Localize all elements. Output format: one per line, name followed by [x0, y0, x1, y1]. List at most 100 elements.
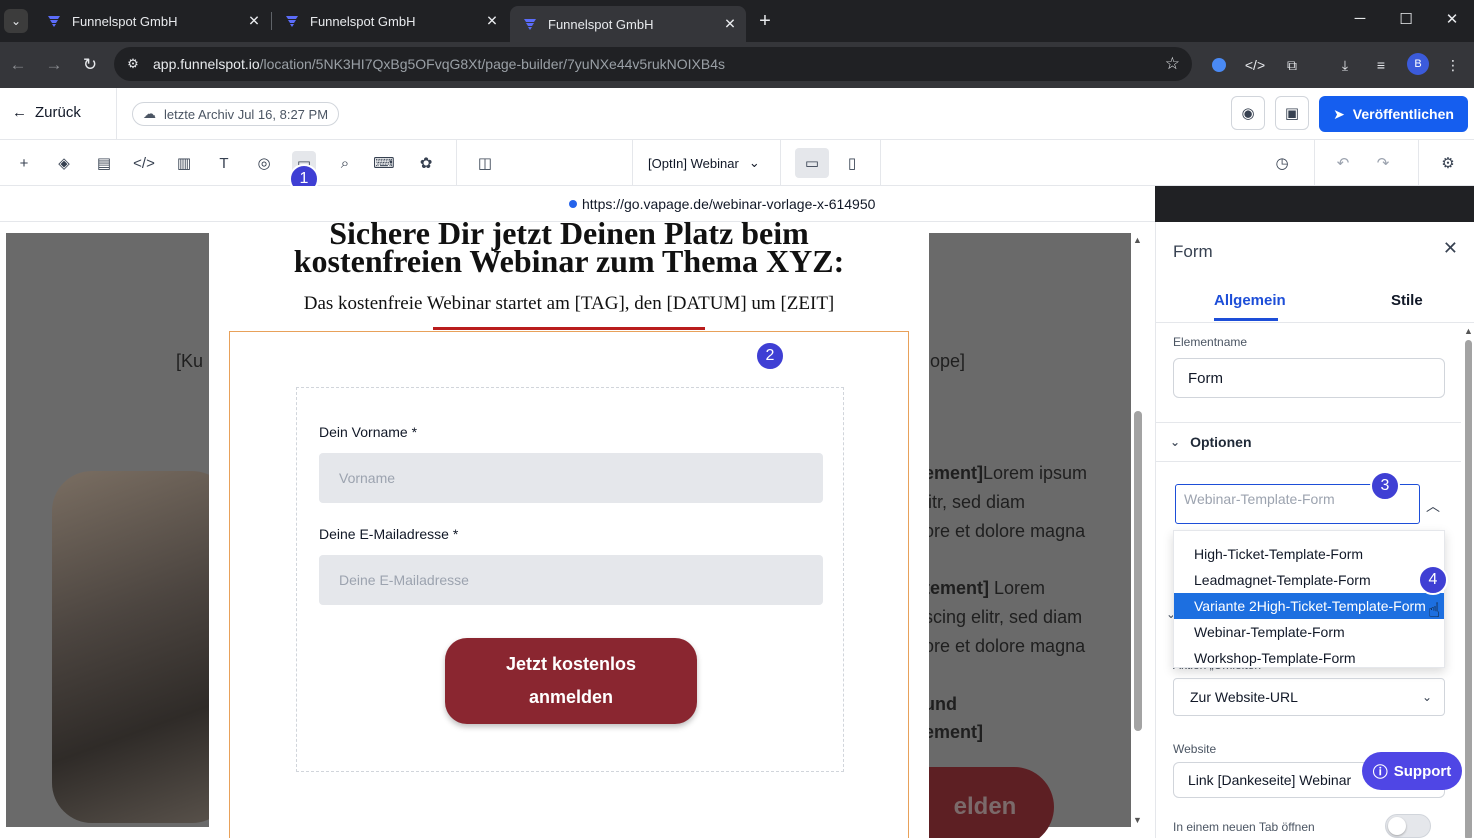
bookmark-star-icon[interactable]: ☆ [1165, 54, 1180, 74]
tab-general[interactable]: Allgemein [1214, 292, 1286, 309]
funnelspot-favicon-icon [286, 16, 298, 27]
archive-badge[interactable]: ☁ letzte Archiv Jul 16, 8:27 PM [132, 102, 340, 126]
omnibox[interactable]: ⚙ app.funnelspot.io/location/5NK3HI7QxBg… [114, 47, 1192, 81]
browser-tab-2[interactable]: Funnelspot GmbH ✕ [272, 6, 508, 36]
save-icon: ▣ [1284, 105, 1300, 122]
redirect-action-select[interactable]: Zur Website-URL ⌄ [1173, 678, 1445, 716]
firstname-input[interactable]: Vorname [319, 453, 823, 503]
save-button[interactable]: ▣ [1275, 96, 1309, 130]
add-element-icon[interactable]: + [12, 151, 36, 175]
app-header: ← Zurück ☁ letzte Archiv Jul 16, 8:27 PM… [0, 88, 1474, 140]
new-tab-plus-icon[interactable]: + [754, 10, 776, 32]
typography-icon[interactable]: T [212, 151, 236, 175]
panel-scroll-thumb[interactable] [1465, 340, 1472, 838]
tab-styles[interactable]: Stile [1391, 292, 1423, 309]
chevron-down-icon: ⌄ [1170, 435, 1181, 449]
publish-button[interactable]: ➤ Veröffentlichen [1319, 96, 1468, 132]
scroll-up-icon[interactable]: ▲ [1133, 235, 1142, 245]
register-button[interactable]: Jetzt kostenlos anmelden [445, 638, 697, 724]
tab-search-button[interactable]: ⌄ [4, 9, 28, 33]
cloud-off-icon: ☁ [143, 106, 156, 121]
preview-url[interactable]: https://go.vapage.de/webinar-vorlage-x-6… [582, 196, 875, 212]
active-tab-indicator [1214, 318, 1278, 321]
page-search-icon[interactable]: ⌕ [333, 151, 357, 175]
website-label: Website [1173, 742, 1217, 756]
more-menu-icon[interactable]: ⋮ [1442, 54, 1464, 76]
undo-icon[interactable]: ↶ [1331, 151, 1355, 175]
settings-sliders-icon[interactable]: ⚙ [1436, 151, 1460, 175]
extension-blue-icon[interactable] [1208, 54, 1230, 76]
minimize-icon[interactable]: ─ [1350, 10, 1370, 27]
palette-icon[interactable]: ✿ [414, 151, 438, 175]
support-button[interactable]: ⓘ Support [1362, 752, 1462, 790]
bg-paragraph-line: ement] [924, 722, 984, 742]
new-tab-toggle[interactable] [1385, 814, 1431, 838]
dropdown-option[interactable]: Workshop-Template-Form [1174, 645, 1444, 671]
window-close-icon[interactable]: ✕ [1442, 10, 1462, 28]
canvas-scroll-thumb[interactable] [1134, 411, 1142, 731]
dropdown-option[interactable]: Leadmagnet-Template-Form [1174, 567, 1444, 593]
form-container: Dein Vorname * Vorname Deine E-Mailadres… [296, 387, 844, 772]
close-icon[interactable]: ✕ [484, 13, 500, 30]
close-icon[interactable]: ✕ [722, 16, 738, 33]
omnibox-url[interactable]: app.funnelspot.io/location/5NK3HI7QxBg5O… [153, 56, 725, 72]
scroll-down-icon[interactable]: ▼ [1133, 815, 1142, 825]
tab-title: Funnelspot GmbH [310, 13, 416, 29]
extensions-puzzle-icon[interactable]: ⧉ [1281, 54, 1303, 76]
bg-paragraph-line: litr, sed diam [924, 492, 1026, 512]
paint-roller-icon[interactable]: ▥ [172, 151, 196, 175]
close-icon[interactable]: ✕ [1443, 238, 1458, 259]
pages-icon[interactable]: ▤ [92, 151, 116, 175]
form-element-selected[interactable]: Dein Vorname * Vorname Deine E-Mailadres… [229, 331, 909, 838]
tab-title: Funnelspot GmbH [72, 13, 178, 29]
terminal-icon[interactable]: ⌨ [372, 151, 396, 175]
desktop-view-button[interactable]: ▭ [795, 148, 829, 178]
firstname-label: Dein Vorname * [319, 424, 418, 440]
form-select-dropdown: High-Ticket-Template-Form Leadmagnet-Tem… [1173, 530, 1445, 668]
extension-code-icon[interactable]: </> [1244, 54, 1266, 76]
funnelspot-favicon-icon [524, 19, 536, 30]
scroll-up-icon[interactable]: ▲ [1464, 326, 1473, 336]
url-host: app.funnelspot.io [153, 56, 260, 72]
status-dot [569, 200, 577, 208]
close-icon[interactable]: ✕ [246, 13, 262, 30]
forward-arrow-icon[interactable]: → [42, 53, 66, 77]
preview-button[interactable]: ◉ [1231, 96, 1265, 130]
download-icon[interactable]: ⤓ [1334, 54, 1356, 76]
options-section-header[interactable]: ⌄ Optionen [1156, 422, 1461, 462]
popup-modal: Sichere Dir jetzt Deinen Platz beim kost… [209, 222, 929, 838]
send-icon: ➤ [1333, 105, 1345, 122]
browser-tab-1[interactable]: Funnelspot GmbH ✕ [34, 6, 270, 36]
split-view-icon[interactable]: ◫ [473, 151, 497, 175]
page-selector[interactable]: [OptIn] Webinar ⌄ [648, 155, 760, 171]
element-name-label: Elementname [1173, 335, 1248, 349]
dropdown-option[interactable]: High-Ticket-Template-Form [1174, 541, 1444, 567]
element-name-input[interactable]: Form [1173, 358, 1445, 398]
browser-tab-3-active[interactable]: Funnelspot GmbH ✕ [510, 6, 746, 42]
back-arrow-icon[interactable]: ← [6, 53, 30, 77]
subheadline: Das kostenfreie Webinar startet am [TAG]… [303, 293, 835, 314]
profile-avatar[interactable]: B [1407, 53, 1429, 75]
layers-icon[interactable]: ◈ [52, 151, 76, 175]
section-title: Optionen [1190, 434, 1252, 450]
canvas-scrollbar[interactable]: ▲ ▼ [1131, 233, 1145, 827]
bg-paragraph-line: scing elitr, sed diam [924, 607, 1083, 627]
code-icon[interactable]: </> [132, 151, 156, 175]
group-photo-image [52, 471, 232, 823]
maximize-icon[interactable]: ☐ [1396, 10, 1416, 28]
media-controls-icon[interactable]: ≡ [1370, 54, 1392, 76]
back-button[interactable]: ← Zurück [12, 104, 81, 121]
dropdown-option[interactable]: Webinar-Template-Form [1174, 619, 1444, 645]
site-settings-icon[interactable]: ⚙ [124, 55, 142, 73]
panel-scrollbar[interactable]: ▲ [1463, 326, 1473, 838]
chevron-up-icon[interactable]: ︿ [1426, 496, 1440, 516]
reload-icon[interactable]: ↻ [78, 53, 102, 77]
header-divider [116, 88, 117, 140]
redo-icon[interactable]: ↷ [1371, 151, 1395, 175]
history-icon[interactable]: ◷ [1270, 151, 1294, 175]
color-circles-icon[interactable]: ◎ [252, 151, 276, 175]
email-input[interactable]: Deine E-Mailadresse [319, 555, 823, 605]
dropdown-option-selected[interactable]: Variante 2High-Ticket-Template-Form [1174, 593, 1444, 619]
toolbar-divider [1314, 140, 1315, 186]
mobile-view-button[interactable]: ▯ [835, 148, 869, 178]
